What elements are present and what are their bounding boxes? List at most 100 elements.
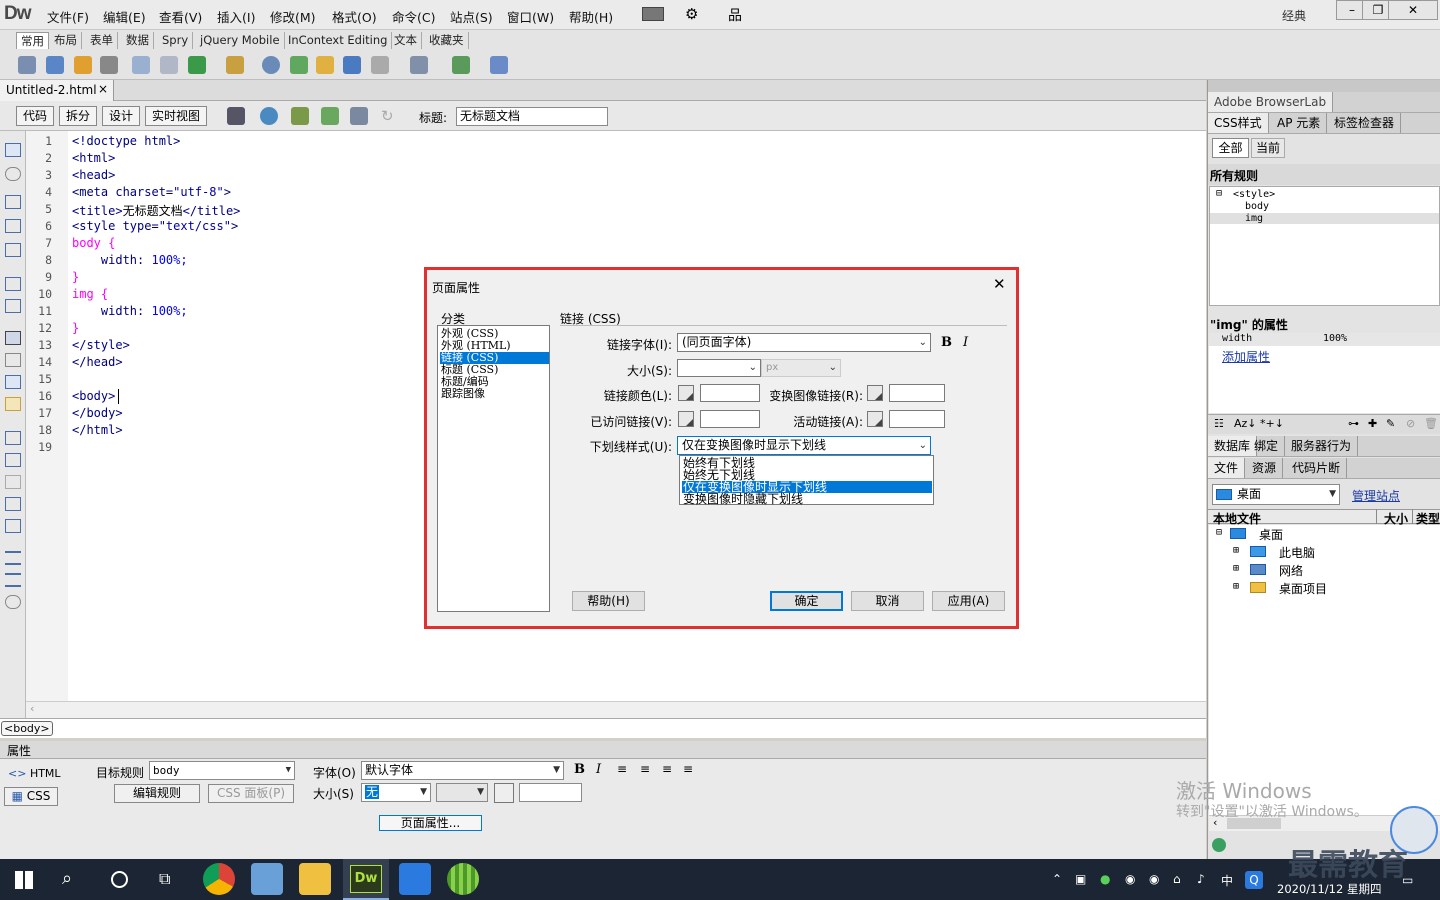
category-list[interactable]: 外观 (CSS) 外观 (HTML) 链接 (CSS) 标题 (CSS) 标题/… xyxy=(437,325,550,612)
workspace-switcher[interactable]: 经典 xyxy=(1282,7,1306,24)
qq-icon-2[interactable]: ◉ xyxy=(1149,872,1159,886)
date-icon[interactable] xyxy=(290,56,308,74)
search-icon[interactable]: ⌕ xyxy=(62,868,72,889)
q-app-icon[interactable]: Q xyxy=(1245,871,1263,889)
visited-color-swatch[interactable] xyxy=(678,411,694,427)
ok-button[interactable]: 确定 xyxy=(770,591,843,611)
cortana-icon[interactable] xyxy=(111,871,128,888)
expand-icon[interactable]: ⊞ xyxy=(1233,581,1239,592)
tree-desktop-items[interactable]: 桌面项目 xyxy=(1279,580,1327,597)
link-font-select[interactable]: (同页面字体) ⌄ xyxy=(677,333,931,352)
format-source-icon[interactable] xyxy=(5,595,21,609)
templates-icon[interactable] xyxy=(452,56,470,74)
cancel-button[interactable]: 取消 xyxy=(851,591,924,611)
underline-options-list[interactable]: 始终有下划线 始终无下划线 仅在变换图像时显示下划线 变换图像时隐藏下划线 xyxy=(679,455,934,505)
menu-modify[interactable]: 修改(M) xyxy=(270,7,316,26)
tray-app-icon[interactable]: ▣ xyxy=(1075,872,1086,886)
html-mode-button[interactable]: <> HTML xyxy=(8,767,61,780)
tab-ap-elements[interactable]: AP 元素 xyxy=(1271,113,1328,133)
link-size-select[interactable]: ⌄ xyxy=(677,359,761,377)
font-select[interactable]: 默认字体 ▼ xyxy=(361,761,564,780)
w3c-validate-icon[interactable] xyxy=(321,107,339,125)
hyperlink-icon[interactable] xyxy=(18,56,36,74)
site-select[interactable]: 桌面 ▼ xyxy=(1212,484,1340,505)
green-app-icon[interactable] xyxy=(447,863,479,895)
dreamweaver-taskbar-button[interactable]: Dw xyxy=(343,859,389,900)
site-map-icon[interactable]: 品 xyxy=(728,5,742,25)
tab-files[interactable]: 文件 xyxy=(1208,458,1246,478)
align-center-icon[interactable]: ≡ xyxy=(640,762,650,776)
wechat-icon[interactable]: ● xyxy=(1100,872,1110,886)
css-mode-all[interactable]: 全部 xyxy=(1212,138,1249,158)
italic-button[interactable]: I xyxy=(596,762,601,777)
css-mode-current[interactable]: 当前 xyxy=(1251,138,1285,158)
div-icon[interactable] xyxy=(160,56,178,74)
collapse-icon[interactable]: ⊟ xyxy=(1216,188,1222,199)
align-right-icon[interactable]: ≡ xyxy=(662,762,672,776)
move-css-icon[interactable] xyxy=(5,519,21,533)
multiscreen-icon[interactable] xyxy=(227,107,245,125)
windows-start-icon[interactable] xyxy=(15,871,33,889)
menu-help[interactable]: 帮助(H) xyxy=(569,7,613,26)
new-rule-icon[interactable]: ✚ xyxy=(1368,417,1377,430)
visited-color-input[interactable] xyxy=(700,410,760,428)
tab-assets[interactable]: 资源 xyxy=(1246,458,1284,478)
close-tab-icon[interactable]: × xyxy=(98,82,108,96)
menu-format[interactable]: 格式(O) xyxy=(332,7,377,26)
menu-site[interactable]: 站点(S) xyxy=(450,7,493,26)
gear-icon[interactable]: ⚙ xyxy=(685,5,698,23)
comment-icon[interactable] xyxy=(343,56,361,74)
tree-network[interactable]: 网络 xyxy=(1279,562,1303,579)
dialog-close-icon[interactable]: ✕ xyxy=(993,275,1006,293)
file-management-icon[interactable] xyxy=(291,107,309,125)
expand-all-icon[interactable] xyxy=(5,243,21,257)
menu-insert[interactable]: 插入(I) xyxy=(217,7,255,26)
tab-spry[interactable]: Spry xyxy=(158,32,194,49)
category-view-icon[interactable]: ☷ xyxy=(1214,417,1224,430)
italic-button[interactable]: I xyxy=(963,335,968,350)
design-view-button[interactable]: 设计 xyxy=(102,106,141,126)
align-left-icon[interactable]: ≡ xyxy=(617,762,627,776)
qq-icon[interactable]: ◉ xyxy=(1125,872,1135,886)
script-icon[interactable] xyxy=(410,56,428,74)
manage-sites-link[interactable]: 管理站点 xyxy=(1352,487,1400,504)
collapse-selection-icon[interactable] xyxy=(5,219,21,233)
set-properties-icon[interactable]: *+↓ xyxy=(1260,417,1284,430)
attach-stylesheet-icon[interactable]: ⊶ xyxy=(1348,417,1359,430)
tray-chevron-icon[interactable]: ⌃ xyxy=(1052,872,1062,886)
rule-style[interactable]: <style> xyxy=(1233,189,1275,200)
css-mode-button[interactable]: ▦ CSS xyxy=(4,787,58,806)
named-anchor-icon[interactable] xyxy=(74,56,92,74)
tab-incontext[interactable]: InContext Editing xyxy=(284,32,393,49)
trash-icon[interactable]: 🗑 xyxy=(1424,417,1438,430)
code-view-button[interactable]: 代码 xyxy=(16,106,55,126)
menu-window[interactable]: 窗口(W) xyxy=(507,7,554,26)
text-color-input[interactable] xyxy=(519,783,582,802)
underline-option[interactable]: 变换图像时隐藏下划线 xyxy=(682,493,932,505)
notes-app-icon[interactable] xyxy=(251,863,283,895)
highlight-invalid-icon[interactable] xyxy=(5,353,21,367)
file-explorer-icon[interactable] xyxy=(299,863,331,895)
menu-file[interactable]: 文件(F) xyxy=(47,7,89,26)
edit-rule-button[interactable]: 编辑规则 xyxy=(114,784,200,803)
size-select[interactable]: 无 ▼ xyxy=(361,783,431,802)
tab-server-behaviors[interactable]: 服务器行为 xyxy=(1285,436,1359,456)
tab-data[interactable]: 数据 xyxy=(122,32,154,49)
show-code-navigator-icon[interactable] xyxy=(5,167,21,181)
layout-icon[interactable] xyxy=(642,7,664,21)
table-icon[interactable] xyxy=(132,56,150,74)
alphabetical-view-icon[interactable]: Az↓ xyxy=(1234,417,1257,430)
horizontal-rule-icon[interactable] xyxy=(100,56,118,74)
menu-commands[interactable]: 命令(C) xyxy=(392,7,435,26)
image-icon[interactable] xyxy=(188,56,206,74)
link-color-input[interactable] xyxy=(700,384,760,402)
chrome-icon[interactable] xyxy=(203,863,235,895)
collapse-icon[interactable]: ⊟ xyxy=(1216,527,1222,538)
rollover-color-swatch[interactable] xyxy=(867,385,883,401)
tab-forms[interactable]: 表单 xyxy=(86,32,118,49)
active-color-input[interactable] xyxy=(889,410,945,428)
select-parent-tag-icon[interactable] xyxy=(5,277,21,291)
tab-text[interactable]: 文本 xyxy=(390,32,422,49)
split-view-button[interactable]: 拆分 xyxy=(59,106,98,126)
outdent-code-icon[interactable] xyxy=(5,573,21,587)
